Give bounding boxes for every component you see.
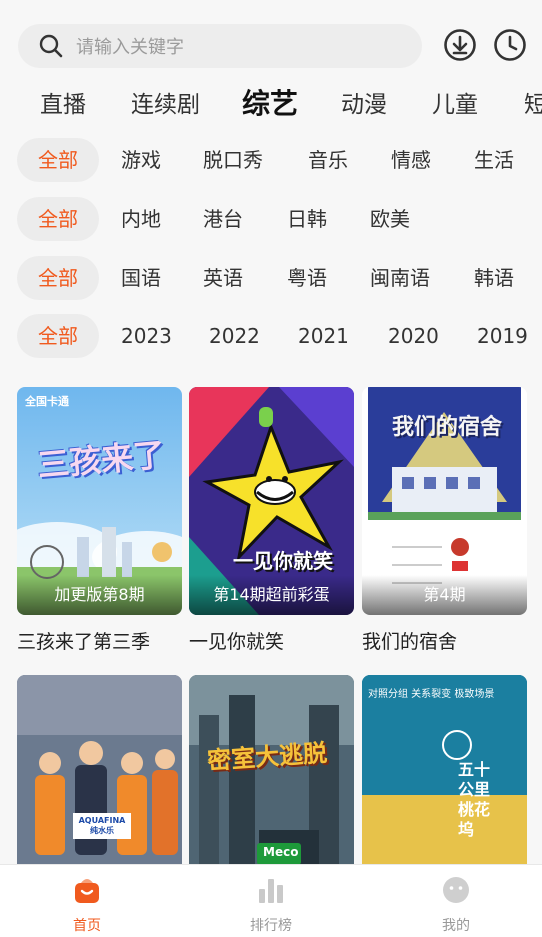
filter-region-west[interactable]: 欧美 (370, 197, 410, 241)
ranking-chart-icon (259, 879, 283, 903)
episode-caption: 加更版第8期 (17, 575, 182, 615)
filter-region-mainland[interactable]: 内地 (121, 197, 161, 241)
profile-face-icon (443, 877, 469, 903)
poster-image[interactable]: AQUAFINA 纯水乐 (17, 675, 182, 875)
tab-series[interactable]: 连续剧 (131, 85, 200, 119)
filter-row-year: 全部 2023 2022 2021 2020 2019 (0, 314, 542, 360)
tab-live[interactable]: 直播 (40, 85, 86, 119)
filter-region-hktw[interactable]: 港台 (203, 197, 243, 241)
filter-region-all[interactable]: 全部 (17, 197, 99, 241)
nav-ranking-label: 排行榜 (250, 918, 292, 934)
filter-lang-all[interactable]: 全部 (17, 256, 99, 300)
episode-caption: 第4期 (362, 575, 527, 615)
show-title: 三孩来了第三季 (17, 631, 151, 653)
poster-image[interactable]: 一见你就笑 第14期超前彩蛋 (189, 387, 354, 615)
poster-image[interactable]: 密室大逃脱 Meco (189, 675, 354, 875)
tab-anime[interactable]: 动漫 (341, 85, 387, 119)
poster-image[interactable]: 对照分组 关系裂变 极致场景 五十公里桃花坞 (362, 675, 527, 875)
filter-row-language: 全部 国语 英语 粤语 闽南语 韩语 (0, 256, 542, 302)
search-bar[interactable]: 请输入关键字 (18, 24, 422, 68)
poster-title-art: 一见你就笑 (233, 549, 333, 573)
poster-badge: 对照分组 关系裂变 极致场景 (368, 689, 495, 700)
filter-type-emotion[interactable]: 情感 (391, 138, 431, 182)
show-title: 一见你就笑 (189, 631, 285, 653)
show-card[interactable]: 密室大逃脱 Meco (189, 675, 354, 875)
poster-image[interactable]: 我们的宿舍 第4期 (362, 387, 527, 615)
show-card[interactable]: 一见你就笑 第14期超前彩蛋 一见你就笑 (189, 387, 354, 654)
filter-year-2022[interactable]: 2022 (209, 314, 260, 358)
poster-title-art: AQUAFINA 纯水乐 (78, 816, 126, 835)
filter-type-music[interactable]: 音乐 (308, 138, 348, 182)
poster-image[interactable]: 三孩来了 全国卡通 加更版第8期 (17, 387, 182, 615)
episode-caption: 第14期超前彩蛋 (189, 575, 354, 615)
filter-type-game[interactable]: 游戏 (121, 138, 161, 182)
nav-profile[interactable]: 我的 (396, 875, 516, 935)
show-title: 我们的宿舍 (362, 631, 458, 653)
nav-home-label: 首页 (73, 918, 101, 934)
tab-short[interactable]: 短 (524, 85, 542, 119)
bottom-nav: 首页 排行榜 我的 (0, 864, 542, 937)
download-icon[interactable] (443, 28, 477, 62)
show-card[interactable]: 我们的宿舍 第4期 我们的宿舍 (362, 387, 527, 654)
tab-kids[interactable]: 儿童 (432, 85, 478, 119)
filter-year-2021[interactable]: 2021 (298, 314, 349, 358)
search-input[interactable]: 请输入关键字 (76, 33, 184, 59)
nav-profile-label: 我的 (442, 918, 470, 934)
poster-badge: 全国卡通 (25, 395, 69, 408)
poster-title-art: 五十公里桃花坞 (458, 760, 491, 839)
nav-home[interactable]: 首页 (27, 875, 147, 935)
filter-lang-english[interactable]: 英语 (203, 256, 243, 300)
filter-year-2020[interactable]: 2020 (388, 314, 439, 358)
poster-badge: Meco (263, 845, 299, 859)
filter-lang-korean[interactable]: 韩语 (474, 256, 514, 300)
category-tabs: 直播 连续剧 综艺 动漫 儿童 短 (0, 85, 542, 131)
filter-year-all[interactable]: 全部 (17, 314, 99, 358)
filter-year-2019[interactable]: 2019 (477, 314, 528, 358)
tab-variety[interactable]: 综艺 (242, 85, 298, 122)
nav-ranking[interactable]: 排行榜 (211, 875, 331, 935)
history-clock-icon[interactable] (493, 28, 527, 62)
filter-type-life[interactable]: 生活 (474, 138, 514, 182)
filter-lang-cantonese[interactable]: 粤语 (287, 256, 327, 300)
filter-lang-minnan[interactable]: 闽南语 (370, 256, 430, 300)
show-card[interactable]: 三孩来了 全国卡通 加更版第8期 三孩来了第三季 (17, 387, 182, 654)
filter-type-talkshow[interactable]: 脱口秀 (203, 138, 263, 182)
filter-row-region: 全部 内地 港台 日韩 欧美 (0, 197, 542, 243)
poster-title-art: 我们的宿舍 (392, 415, 503, 440)
filter-row-type: 全部 游戏 脱口秀 音乐 情感 生活 (0, 138, 542, 184)
home-icon (75, 879, 99, 903)
filter-year-2023[interactable]: 2023 (121, 314, 172, 358)
show-card[interactable]: AQUAFINA 纯水乐 (17, 675, 182, 875)
filter-lang-mandarin[interactable]: 国语 (121, 256, 161, 300)
filter-type-all[interactable]: 全部 (17, 138, 99, 182)
filter-region-jpkr[interactable]: 日韩 (287, 197, 327, 241)
show-card[interactable]: 对照分组 关系裂变 极致场景 五十公里桃花坞 (362, 675, 527, 875)
search-icon (39, 34, 63, 58)
